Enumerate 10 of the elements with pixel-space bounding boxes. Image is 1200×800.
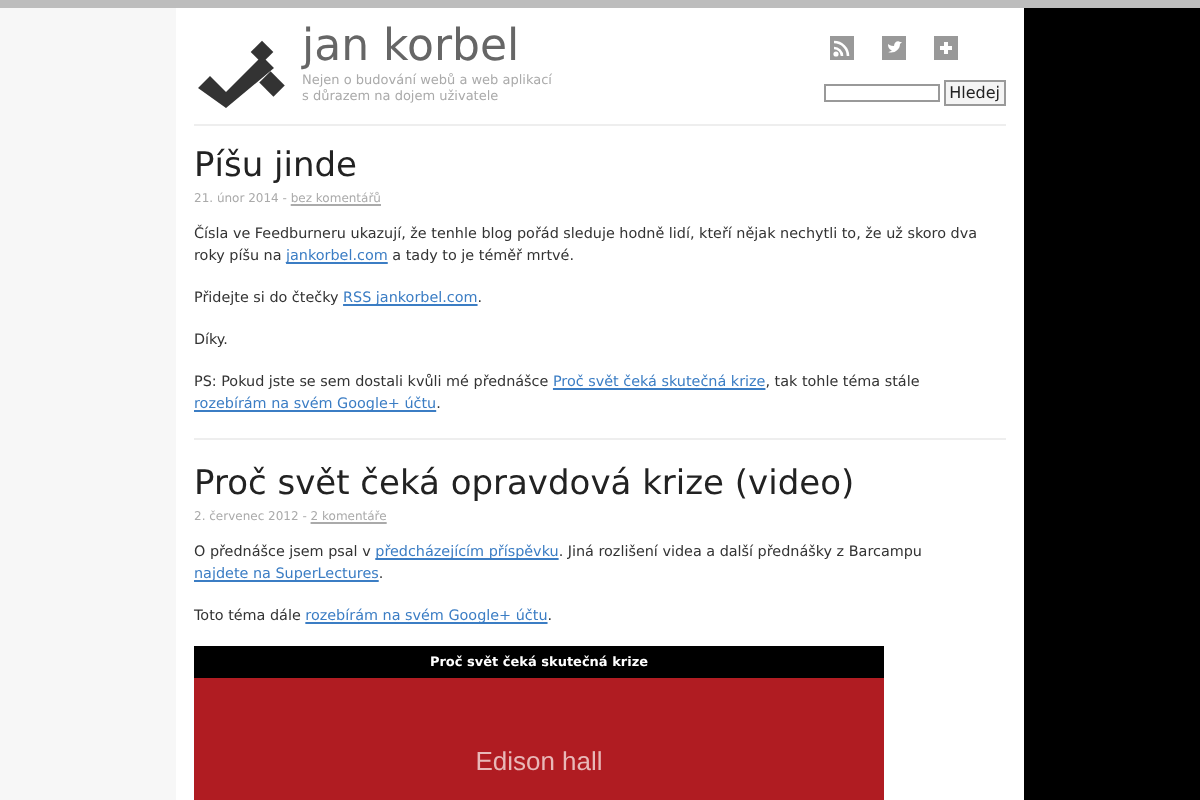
logo-icon [194,36,290,108]
search-button[interactable]: Hledej [943,80,1006,106]
post-title: Píšu jinde [194,146,359,186]
rss-icon[interactable] [830,36,854,60]
bird-icon[interactable] [882,36,906,60]
search-field[interactable] [823,84,940,102]
plus-icon[interactable] [934,36,958,60]
site-title: jan korbel [302,24,522,72]
slide-text: Edison hall [475,746,603,780]
post-title: Proč svět čeká opravdová krize (video) [194,464,857,504]
